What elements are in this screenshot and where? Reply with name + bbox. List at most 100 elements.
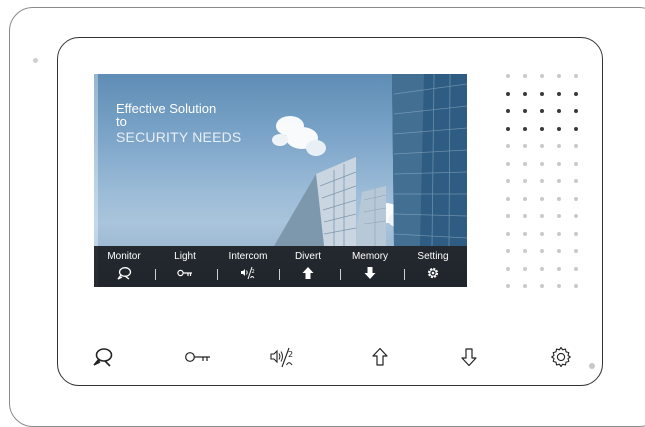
monitor-icon bbox=[117, 267, 132, 280]
speaker-hole bbox=[557, 196, 561, 201]
speaker-hole bbox=[557, 109, 561, 113]
speaker-hole bbox=[540, 74, 544, 78]
speaker-hole bbox=[574, 109, 578, 113]
toolbar-item-monitor[interactable]: Monitor bbox=[94, 251, 154, 280]
toolbar-item-divert[interactable]: Divert bbox=[278, 251, 338, 280]
speaker-hole bbox=[574, 231, 578, 236]
speaker-hole bbox=[574, 91, 578, 96]
intercom-icon: 2 bbox=[241, 266, 255, 280]
toolbar-item-memory[interactable]: Memory bbox=[340, 251, 400, 280]
speaker-hole bbox=[574, 126, 578, 131]
speaker-hole bbox=[540, 126, 544, 131]
toolbar-label-divert: Divert bbox=[294, 251, 322, 262]
hardware-button-divert[interactable] bbox=[366, 345, 394, 369]
toolbar-label-memory: Memory bbox=[351, 251, 389, 262]
speaker-hole bbox=[523, 266, 527, 271]
speaker-hole bbox=[506, 144, 510, 148]
tower-right bbox=[392, 74, 467, 247]
speaker-hole bbox=[557, 249, 561, 253]
headline-line-2: to bbox=[116, 114, 127, 129]
onscreen-toolbar: Monitor Light Intercom 2 Divert Memory S… bbox=[94, 246, 467, 287]
svg-text:2: 2 bbox=[252, 269, 255, 275]
headline-line-1: Effective Solution bbox=[116, 101, 217, 116]
headline: Effective Solution to SECURITY NEEDS bbox=[116, 102, 241, 147]
speaker-hole bbox=[557, 91, 561, 96]
hardware-button-intercom[interactable]: 2 bbox=[269, 345, 297, 369]
speaker-hole bbox=[574, 196, 578, 201]
arrow-down-icon bbox=[461, 348, 477, 367]
speaker-hole bbox=[557, 231, 561, 236]
speaker-hole bbox=[574, 144, 578, 148]
speaker-hole bbox=[574, 161, 578, 166]
status-led bbox=[589, 363, 595, 369]
speaker-hole bbox=[523, 196, 527, 201]
speaker-hole bbox=[523, 126, 527, 131]
speaker-hole bbox=[557, 284, 561, 288]
gear-icon bbox=[427, 267, 439, 279]
arrow-up-icon bbox=[372, 347, 388, 366]
speaker-hole bbox=[523, 249, 527, 253]
speaker-hole bbox=[523, 179, 527, 183]
speaker-hole bbox=[523, 284, 527, 288]
speaker-hole bbox=[574, 266, 578, 271]
speaker-hole bbox=[506, 161, 510, 166]
indicator-dot bbox=[33, 58, 38, 63]
speaker-hole bbox=[557, 144, 561, 148]
speaker-hole bbox=[574, 214, 578, 218]
arrow-up-icon bbox=[302, 267, 314, 279]
speaker-hole bbox=[540, 161, 544, 166]
speaker-hole bbox=[557, 126, 561, 131]
toolbar-item-setting[interactable]: Setting bbox=[403, 251, 463, 280]
speaker-hole bbox=[523, 161, 527, 166]
toolbar-item-light[interactable]: Light bbox=[155, 251, 215, 280]
svg-text:2: 2 bbox=[288, 350, 293, 359]
speaker-hole bbox=[523, 74, 527, 78]
key-icon bbox=[177, 269, 192, 277]
speaker-hole bbox=[557, 161, 561, 166]
speaker-hole bbox=[540, 214, 544, 218]
speaker-hole bbox=[506, 231, 510, 236]
key-icon bbox=[185, 352, 210, 362]
speaker-hole bbox=[540, 109, 544, 113]
speaker-hole bbox=[523, 109, 527, 113]
hardware-button-memory[interactable] bbox=[455, 345, 483, 369]
speaker-hole bbox=[506, 126, 510, 131]
speaker-hole bbox=[540, 231, 544, 236]
speaker-hole bbox=[557, 266, 561, 271]
speaker-hole bbox=[557, 74, 561, 78]
toolbar-label-setting: Setting bbox=[417, 251, 449, 262]
speaker-hole bbox=[523, 231, 527, 236]
speaker-hole bbox=[540, 284, 544, 288]
headline-line-3: SECURITY NEEDS bbox=[116, 129, 242, 145]
speaker-hole bbox=[574, 284, 578, 288]
speaker-hole bbox=[540, 91, 544, 96]
speaker-hole bbox=[574, 74, 578, 78]
speaker-hole bbox=[540, 196, 544, 201]
toolbar-item-intercom[interactable]: Intercom 2 bbox=[218, 251, 278, 280]
speaker-hole bbox=[540, 266, 544, 271]
tower-left bbox=[274, 157, 357, 246]
speaker-hole bbox=[523, 144, 527, 148]
speaker-hole bbox=[506, 74, 510, 78]
speaker-hole bbox=[540, 179, 544, 183]
speaker-hole bbox=[506, 196, 510, 201]
speaker-hole bbox=[574, 249, 578, 253]
toolbar-label-intercom: Intercom bbox=[228, 251, 268, 262]
speaker-hole bbox=[506, 266, 510, 271]
monitor-icon bbox=[93, 348, 113, 367]
speaker-hole bbox=[523, 214, 527, 218]
speaker-hole bbox=[523, 91, 527, 96]
speaker-hole bbox=[557, 179, 561, 183]
arrow-down-icon bbox=[364, 267, 376, 279]
speaker-hole bbox=[540, 144, 544, 148]
hardware-button-setting[interactable] bbox=[547, 345, 575, 369]
hardware-button-light[interactable] bbox=[184, 345, 212, 369]
speaker-hole bbox=[506, 284, 510, 288]
toolbar-label-light: Light bbox=[174, 251, 196, 262]
hardware-button-monitor[interactable] bbox=[89, 345, 117, 369]
speaker-hole bbox=[506, 109, 510, 113]
speaker-hole bbox=[506, 214, 510, 218]
speaker-hole bbox=[506, 91, 510, 96]
toolbar-label-monitor: Monitor bbox=[107, 251, 141, 262]
speaker-hole bbox=[506, 249, 510, 253]
